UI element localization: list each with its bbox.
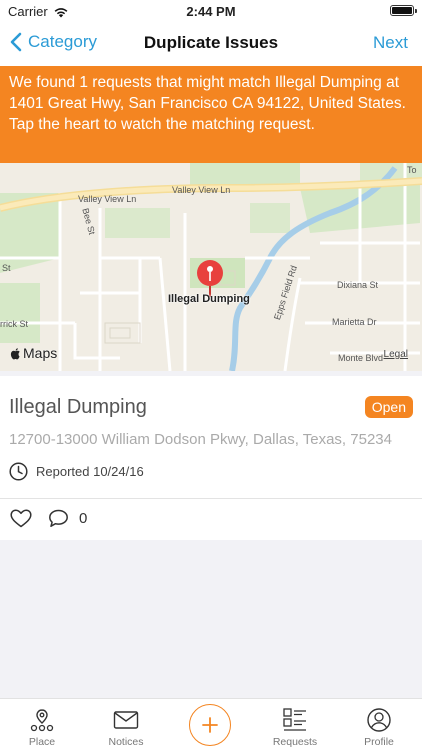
street-label: Valley View Ln bbox=[78, 194, 137, 204]
banner-hint: Tap the heart to watch the matching requ… bbox=[9, 116, 315, 133]
map-pin-icon[interactable] bbox=[197, 260, 223, 297]
maps-logo-text: Maps bbox=[23, 345, 58, 361]
street-label: To bbox=[407, 165, 417, 175]
place-icon bbox=[30, 709, 54, 732]
clock-icon bbox=[9, 462, 28, 481]
profile-icon bbox=[367, 708, 391, 732]
plus-icon bbox=[202, 717, 218, 733]
status-time: 2:44 PM bbox=[186, 4, 236, 19]
map-view[interactable]: Valley View Ln Valley View Ln Bee St Dix… bbox=[0, 163, 422, 371]
banner-message: We found 1 requests that might match Ill… bbox=[9, 74, 406, 112]
tab-profile[interactable]: Profile bbox=[337, 699, 421, 750]
new-request-button[interactable] bbox=[189, 704, 231, 746]
street-label: St bbox=[2, 263, 11, 273]
heart-icon[interactable] bbox=[10, 509, 32, 528]
tab-label: Place bbox=[28, 736, 56, 748]
mail-icon bbox=[113, 711, 139, 729]
maps-logo: Maps bbox=[10, 345, 57, 361]
tab-label: Requests bbox=[272, 736, 318, 748]
maps-legal-link[interactable]: Legal bbox=[384, 349, 408, 360]
tab-bar: Place Notices Requests Profile bbox=[0, 698, 422, 750]
tab-label: Notices bbox=[108, 736, 144, 748]
list-icon bbox=[283, 708, 306, 731]
comment-icon[interactable] bbox=[48, 509, 69, 528]
issue-address: 12700-13000 William Dodson Pkwy, Dallas,… bbox=[9, 431, 392, 448]
comment-count: 0 bbox=[79, 510, 88, 527]
chevron-left-icon bbox=[10, 32, 22, 52]
battery-icon bbox=[390, 5, 417, 16]
reported-row: Reported 10/24/16 bbox=[9, 462, 144, 481]
tab-requests[interactable]: Requests bbox=[253, 699, 337, 750]
status-badge: Open bbox=[364, 396, 413, 418]
street-label: rrick St bbox=[0, 319, 28, 329]
tab-place[interactable]: Place bbox=[0, 699, 84, 750]
status-bar: Carrier 2:44 PM bbox=[0, 0, 422, 22]
street-label: Monte Blvd bbox=[338, 353, 384, 363]
issue-card[interactable]: Illegal Dumping Open 12700-13000 William… bbox=[0, 376, 422, 540]
street-label: Dixiana St bbox=[337, 280, 379, 290]
issue-title: Illegal Dumping bbox=[9, 396, 147, 418]
apple-logo-icon bbox=[10, 347, 20, 359]
navigation-bar: Category Duplicate Issues Next bbox=[0, 22, 422, 66]
street-label: Marietta Dr bbox=[332, 317, 377, 327]
card-divider bbox=[0, 498, 422, 499]
street-label: Valley View Ln bbox=[172, 185, 231, 195]
next-button[interactable]: Next bbox=[373, 33, 408, 53]
tab-label: Profile bbox=[364, 736, 394, 748]
map-pin-label: Illegal Dumping bbox=[168, 293, 250, 305]
tab-notices[interactable]: Notices bbox=[84, 699, 168, 750]
duplicate-banner: We found 1 requests that might match Ill… bbox=[0, 66, 422, 163]
reported-date: Reported 10/24/16 bbox=[36, 464, 144, 479]
back-label: Category bbox=[28, 32, 97, 51]
card-actions: 0 bbox=[10, 509, 87, 528]
back-button[interactable]: Category bbox=[10, 32, 97, 52]
